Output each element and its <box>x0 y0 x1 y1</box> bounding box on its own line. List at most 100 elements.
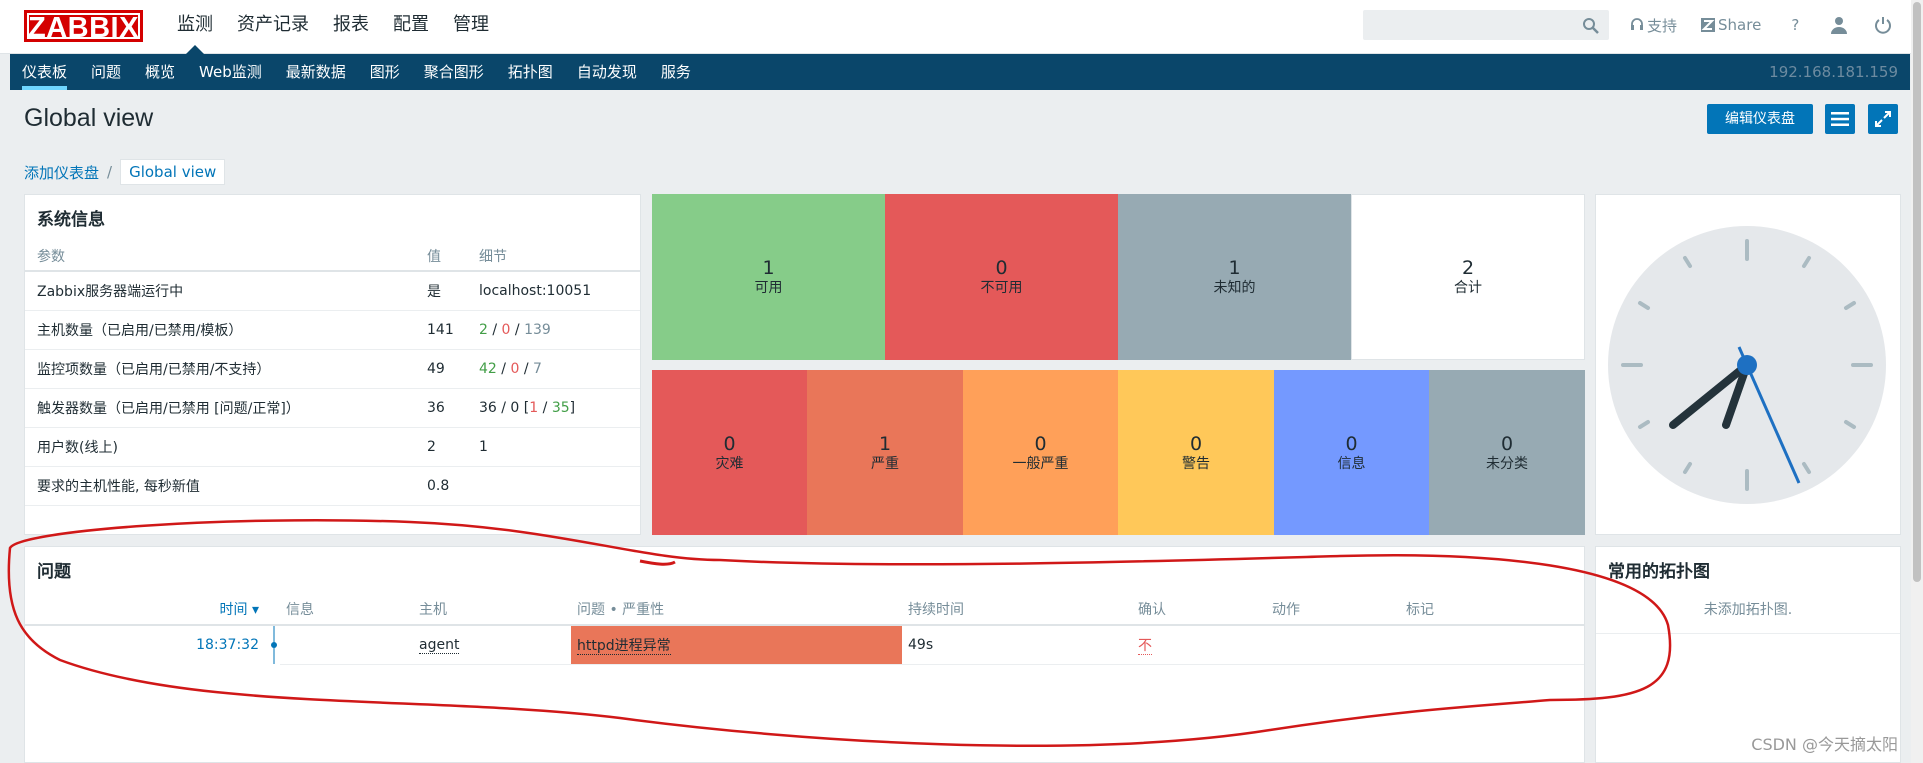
problems-by-severity-widget: 0 灾难 1 严重 0 一般严重 0 警告 0 信息 0 未分类 <box>652 370 1585 535</box>
support-link[interactable]: 支持 <box>1630 15 1677 36</box>
breadcrumb-dashboards[interactable]: 添加仪表盘 <box>24 162 99 183</box>
nav-overview[interactable]: 概览 <box>133 54 187 90</box>
count-label: 未知的 <box>1213 280 1256 296</box>
nav-graphs[interactable]: 图形 <box>358 54 412 90</box>
col-info: 信息 <box>280 593 415 626</box>
col-ack: 确认 <box>1132 593 1266 626</box>
menu-reports[interactable]: 报表 <box>321 0 381 54</box>
problem-cell[interactable]: httpd进程异常 <box>571 625 902 665</box>
widget-title: 常用的拓扑图 <box>1608 562 1710 582</box>
info-cell <box>280 625 415 665</box>
header-links: 支持 Share ? <box>1630 0 1917 50</box>
nav-dashboard[interactable]: 仪表板 <box>10 54 79 90</box>
nav-latest-data[interactable]: 最新数据 <box>274 54 358 90</box>
watermark-text: CSDN @今天摘太阳 <box>1751 735 1898 754</box>
detail-cell: 36 / 0 [1 / 35] <box>467 388 640 428</box>
nav-services[interactable]: 服务 <box>649 54 703 90</box>
zabbix-logo[interactable]: ZABBIX <box>24 10 143 44</box>
count-value: 0 <box>1345 432 1358 455</box>
hamburger-icon <box>1831 112 1849 126</box>
actions-cell <box>1266 625 1400 665</box>
value-cell: 0.8 <box>415 466 467 506</box>
nav-problems[interactable]: 问题 <box>79 54 133 90</box>
count-label: 一般严重 <box>1012 455 1069 472</box>
detail-templates: 139 <box>524 321 551 338</box>
count-value: 0 <box>1034 432 1047 455</box>
col-value: 值 <box>415 241 467 272</box>
detail-sep: / <box>487 321 502 338</box>
page-title: Global view <box>24 104 154 132</box>
fullscreen-button[interactable] <box>1868 104 1898 134</box>
fullscreen-icon <box>1875 111 1891 127</box>
help-icon[interactable]: ? <box>1785 15 1805 35</box>
clock-widget <box>1595 194 1901 535</box>
severity-not-classified-cell[interactable]: 0 未分类 <box>1429 370 1585 535</box>
table-row: 用户数(线上) 2 1 <box>25 427 640 467</box>
search-icon[interactable] <box>1582 17 1600 35</box>
time-cell[interactable]: 18:37:32 <box>25 625 269 664</box>
severity-high-cell[interactable]: 1 严重 <box>807 370 963 535</box>
ack-cell[interactable]: 不 <box>1132 625 1266 665</box>
detail-ok: 35 <box>551 399 570 416</box>
top-header: ZABBIX 监测 资产记录 报表 配置 管理 支持 Share ? <box>0 0 1923 54</box>
page-scrollbar[interactable] <box>1911 0 1923 763</box>
count-label: 可用 <box>754 280 783 296</box>
table-row: 触发器数量（已启用/已禁用 [问题/正常]） 36 36 / 0 [1 / 35… <box>25 388 640 428</box>
severity-information-cell[interactable]: 0 信息 <box>1274 370 1429 535</box>
count-value: 0 <box>995 257 1008 279</box>
detail-suffix: ] <box>569 399 576 416</box>
value-cell: 2 <box>415 427 467 467</box>
host-unknown-cell[interactable]: 1 未知的 <box>1118 194 1351 360</box>
widget-title: 系统信息 <box>37 210 105 230</box>
duration-cell: 49s <box>902 625 1132 665</box>
share-link[interactable]: Share <box>1701 16 1761 34</box>
host-availability-widget: 1 可用 0 不可用 1 未知的 2 合计 <box>652 194 1585 360</box>
host-cell[interactable]: agent <box>415 625 571 665</box>
tags-cell <box>1400 625 1584 665</box>
breadcrumb-separator: / <box>107 163 113 181</box>
count-value: 1 <box>878 432 892 455</box>
table-row: Zabbix服务器端运行中 是 localhost:10051 <box>25 271 640 311</box>
menu-inventory[interactable]: 资产记录 <box>225 0 321 54</box>
problems-table: 时间 ▾ 信息 主机 问题 • 严重性 持续时间 确认 动作 标记 18:37:… <box>25 593 1584 665</box>
detail-cell: 1 <box>467 427 640 467</box>
severity-average-cell[interactable]: 0 一般严重 <box>963 370 1118 535</box>
value-cell: 141 <box>415 310 467 350</box>
host-total-cell[interactable]: 2 合计 <box>1351 194 1585 360</box>
nav-discovery[interactable]: 自动发现 <box>565 54 649 90</box>
widget-title: 问题 <box>37 562 71 582</box>
host-unavailable-cell[interactable]: 0 不可用 <box>885 194 1118 360</box>
menu-monitoring[interactable]: 监测 <box>165 0 225 54</box>
user-profile-icon[interactable] <box>1829 15 1849 35</box>
edit-dashboard-button[interactable]: 编辑仪表盘 <box>1707 104 1813 134</box>
scrollbar-thumb[interactable] <box>1913 2 1921 582</box>
detail-problem: 1 <box>529 399 539 416</box>
detail-unsupported: 7 <box>533 360 542 377</box>
count-value: 1 <box>762 257 775 279</box>
breadcrumb-current[interactable]: Global view <box>120 159 226 185</box>
nav-web[interactable]: Web监测 <box>187 54 274 90</box>
nav-maps[interactable]: 拓扑图 <box>496 54 565 90</box>
menu-configuration[interactable]: 配置 <box>381 0 441 54</box>
severity-warning-cell[interactable]: 0 警告 <box>1118 370 1274 535</box>
search-input[interactable] <box>1363 10 1609 40</box>
problems-widget: 问题 时间 ▾ 信息 主机 问题 • 严重性 持续时间 确认 动作 标记 18:… <box>24 546 1585 763</box>
col-tags: 标记 <box>1400 593 1584 626</box>
ack-link[interactable]: 不 <box>1138 637 1152 655</box>
host-available-cell[interactable]: 1 可用 <box>652 194 885 360</box>
logout-icon[interactable] <box>1873 15 1893 35</box>
breadcrumb: 添加仪表盘 / Global view <box>24 158 226 186</box>
share-label: Share <box>1718 16 1762 34</box>
dashboard-menu-button[interactable] <box>1825 104 1855 134</box>
col-time[interactable]: 时间 ▾ <box>25 593 269 626</box>
menu-administration[interactable]: 管理 <box>441 0 501 54</box>
count-value: 0 <box>1189 432 1203 455</box>
severity-disaster-cell[interactable]: 0 灾难 <box>652 370 807 535</box>
detail-enabled: 2 <box>479 321 488 338</box>
count-label: 信息 <box>1337 455 1366 472</box>
share-z-icon <box>1701 18 1716 32</box>
value-cell: 是 <box>415 271 467 311</box>
nav-screens[interactable]: 聚合图形 <box>412 54 496 90</box>
table-row: 监控项数量（已启用/已禁用/不支持） 49 42 / 0 / 7 <box>25 349 640 389</box>
param-cell: 主机数量（已启用/已禁用/模板） <box>25 310 415 350</box>
